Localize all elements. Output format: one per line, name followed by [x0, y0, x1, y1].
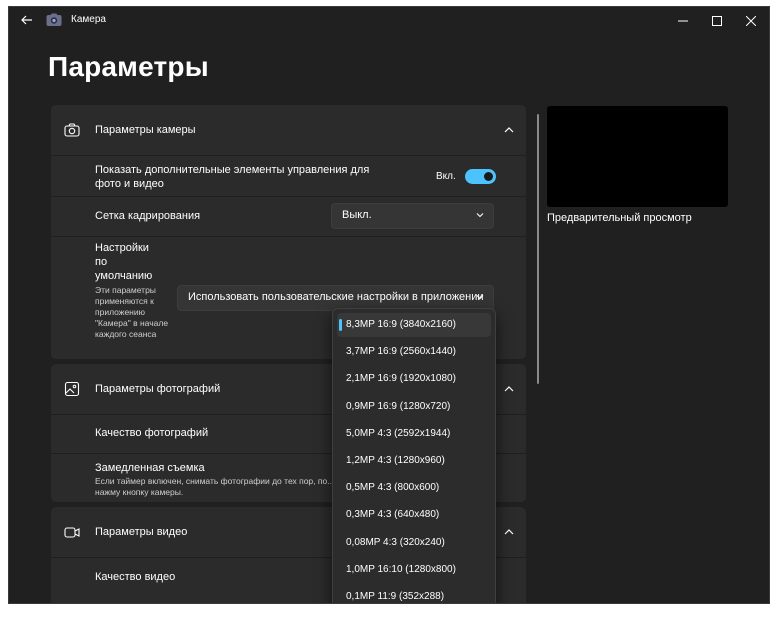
time-lapse-label: Замедленная съемка — [95, 462, 205, 474]
photo-icon — [64, 381, 80, 397]
camera-settings-title: Параметры камеры — [95, 124, 196, 136]
dropdown-option-label: 3,7MP 16:9 (2560x1440) — [346, 346, 456, 358]
defaults-label: Настройки по умолчанию — [95, 242, 153, 282]
close-button[interactable] — [735, 7, 767, 35]
title-bar: Камера — [9, 7, 769, 35]
camera-settings-header[interactable]: Параметры камеры — [51, 105, 526, 155]
page-title: Параметры — [48, 51, 209, 82]
dropdown-option-label: 0,08MP 4:3 (320x240) — [346, 536, 445, 548]
photo-quality-label: Качество фотографий — [95, 427, 209, 439]
chevron-up-icon[interactable] — [502, 382, 516, 396]
chevron-down-icon — [476, 295, 484, 300]
dropdown-option[interactable]: 3,7MP 16:9 (2560x1440) — [337, 340, 491, 364]
dropdown-option-label: 1,2MP 4:3 (1280x960) — [346, 455, 445, 466]
video-camera-icon — [64, 527, 80, 538]
dropdown-option-label: 0,5MP 4:3 (800x600) — [346, 482, 440, 494]
toggle-knob — [484, 172, 493, 181]
maximize-icon — [712, 16, 722, 26]
dropdown-option[interactable]: 1,2MP 4:3 (1280x960) — [337, 449, 491, 473]
preview-label: Предварительный просмотр — [547, 212, 692, 224]
dropdown-option[interactable]: 0,5MP 4:3 (800x600) — [337, 476, 491, 500]
framing-grid-row: Сетка кадрирования Выкл. — [51, 196, 526, 236]
close-icon — [746, 16, 756, 26]
chevron-up-icon[interactable] — [502, 123, 516, 137]
time-lapse-description: Если таймер включен, снимать фотографии … — [95, 476, 335, 497]
dropdown-option[interactable]: 5,0MP 4:3 (2592x1944) — [337, 422, 491, 446]
window-title: Камера — [71, 14, 106, 25]
chevron-down-icon — [476, 213, 484, 218]
maximize-button[interactable] — [701, 7, 733, 35]
dropdown-option-label: 1,0MP 16:10 (1280x800) — [346, 563, 456, 575]
camera-settings-window: Камера Параметры Параметры камеры Показа… — [9, 7, 769, 603]
minimize-icon — [678, 20, 688, 22]
dropdown-option-label: 8,3MP 16:9 (3840x2160) — [346, 319, 456, 330]
dropdown-option-label: 2,1MP 16:9 (1920x1080) — [346, 373, 456, 385]
dropdown-option-label: 0,1MP 11:9 (352x288) — [346, 591, 445, 602]
dropdown-option-label: 5,0MP 4:3 (2592x1944) — [346, 427, 451, 439]
settings-scrollbar[interactable] — [537, 114, 539, 384]
dropdown-option-label: 0,9MP 16:9 (1280x720) — [346, 400, 451, 412]
defaults-value: Использовать пользовательские настройки … — [188, 291, 484, 303]
framing-grid-select[interactable]: Выкл. — [331, 203, 494, 229]
dropdown-option[interactable]: 8,3MP 16:9 (3840x2160) — [337, 313, 491, 337]
back-arrow-icon[interactable] — [19, 12, 35, 28]
framing-grid-label: Сетка кадрирования — [95, 210, 201, 222]
video-quality-label: Качество видео — [95, 571, 176, 583]
dropdown-option[interactable]: 0,08MP 4:3 (320x240) — [337, 531, 491, 555]
dropdown-option[interactable]: 1,0MP 16:10 (1280x800) — [337, 558, 491, 582]
video-settings-title: Параметры видео — [95, 526, 188, 538]
camera-preview — [547, 106, 728, 207]
dropdown-option[interactable]: 0,1MP 11:9 (352x288) — [337, 585, 491, 603]
photo-settings-title: Параметры фотографий — [95, 383, 221, 395]
show-controls-row: Показать дополнительные элементы управле… — [51, 155, 526, 196]
selection-indicator — [339, 319, 342, 331]
camera-icon — [64, 123, 80, 137]
toggle-state-label: Вкл. — [436, 171, 456, 182]
dropdown-option[interactable]: 0,9MP 16:9 (1280x720) — [337, 395, 491, 419]
dropdown-option-label: 0,3MP 4:3 (640x480) — [346, 509, 440, 521]
show-controls-toggle[interactable] — [465, 169, 496, 184]
defaults-description: Эти параметры применяются к приложению "… — [95, 285, 169, 339]
camera-app-icon — [46, 13, 62, 26]
quality-dropdown-menu: 8,3MP 16:9 (3840x2160) 3,7MP 16:9 (2560x1… — [332, 308, 496, 603]
dropdown-option[interactable]: 0,3MP 4:3 (640x480) — [337, 503, 491, 527]
minimize-button[interactable] — [667, 7, 699, 35]
chevron-up-icon[interactable] — [502, 525, 516, 539]
dropdown-option[interactable]: 2,1MP 16:9 (1920x1080) — [337, 367, 491, 391]
show-controls-label: Показать дополнительные элементы управле… — [95, 164, 370, 190]
framing-grid-value: Выкл. — [342, 209, 372, 221]
